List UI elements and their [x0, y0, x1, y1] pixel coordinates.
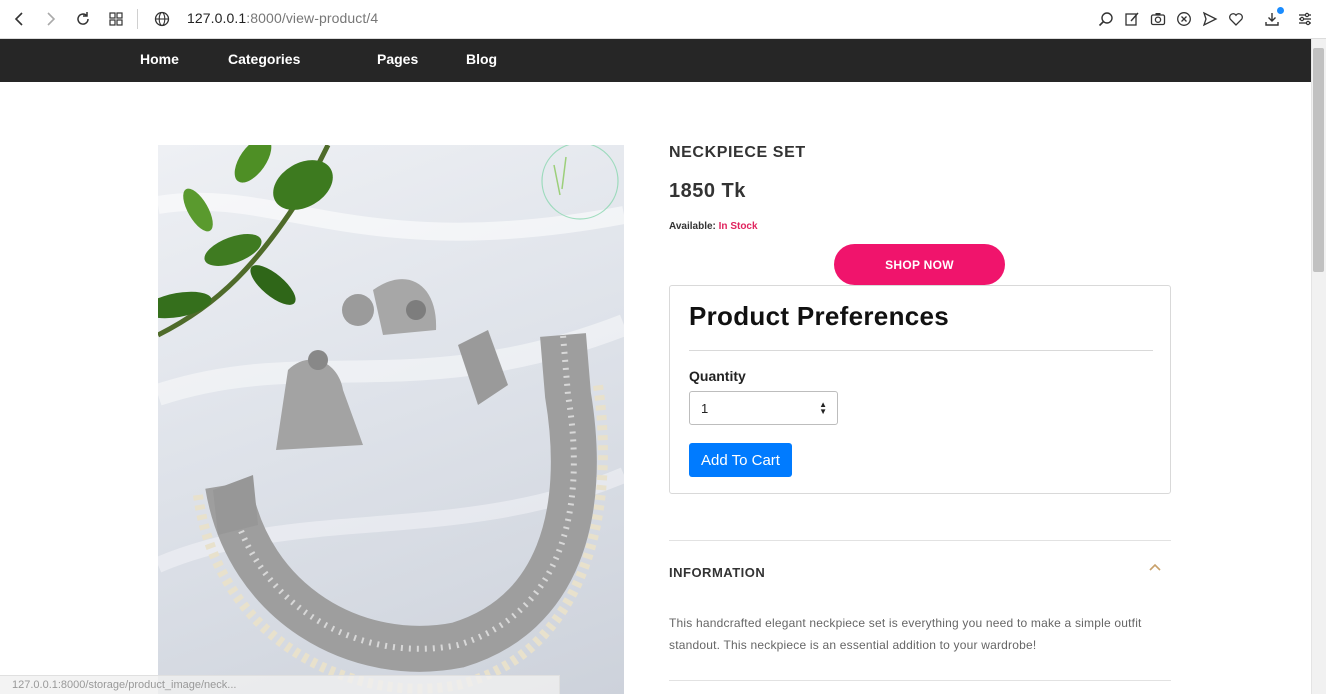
- product-title: NECKPIECE SET: [669, 144, 806, 161]
- back-icon[interactable]: [7, 7, 31, 31]
- browser-toolbar: 127.0.0.1:8000/view-product/4: [0, 0, 1326, 39]
- nav-categories[interactable]: Categories: [228, 51, 300, 67]
- nav-home[interactable]: Home: [140, 51, 179, 67]
- toolbar-divider: [137, 9, 138, 29]
- product-image: [158, 145, 624, 694]
- search-icon[interactable]: [1096, 8, 1116, 30]
- preferences-heading: Product Preferences: [689, 301, 950, 331]
- tabs-grid-icon[interactable]: [104, 7, 128, 31]
- information-heading[interactable]: INFORMATION: [669, 565, 765, 580]
- forward-icon[interactable]: [39, 7, 63, 31]
- reload-icon[interactable]: [71, 7, 95, 31]
- availability: Available: In Stock: [669, 221, 758, 232]
- shop-now-button[interactable]: SHOP NOW: [834, 244, 1005, 285]
- preferences-divider: [689, 350, 1153, 351]
- page-scrollbar-thumb[interactable]: [1313, 48, 1324, 272]
- information-divider-top: [669, 540, 1171, 541]
- select-arrows-icon: ▲ ▼: [819, 400, 827, 416]
- quantity-label: Quantity: [689, 368, 746, 384]
- url-host: 127.0.0.1: [187, 10, 247, 26]
- product-preferences-card: Product Preferences Quantity 1 ▲ ▼ Add To…: [669, 285, 1171, 494]
- nav-pages[interactable]: Pages: [377, 51, 418, 67]
- information-divider-bottom: [669, 680, 1171, 681]
- information-text: This handcrafted elegant neckpiece set i…: [669, 616, 1142, 652]
- product-price: 1850 Tk: [669, 180, 746, 202]
- quantity-select[interactable]: 1 ▲ ▼: [689, 391, 838, 425]
- quantity-value: 1: [701, 400, 709, 416]
- stock-status: In Stock: [718, 221, 758, 232]
- site-navbar: Home Categories Pages Blog: [0, 39, 1311, 82]
- status-bar-url: 127.0.0.1:8000/storage/product_image/nec…: [0, 675, 560, 694]
- camera-icon[interactable]: [1148, 8, 1168, 30]
- add-to-cart-button[interactable]: Add To Cart: [689, 443, 792, 477]
- address-bar[interactable]: 127.0.0.1:8000/view-product/4: [187, 10, 378, 26]
- heart-icon[interactable]: [1226, 8, 1246, 30]
- nav-blog[interactable]: Blog: [466, 51, 497, 67]
- download-badge: [1277, 7, 1284, 14]
- block-icon[interactable]: [1174, 8, 1194, 30]
- send-icon[interactable]: [1200, 8, 1220, 30]
- globe-icon[interactable]: [150, 7, 174, 31]
- url-path: :8000/view-product/4: [246, 10, 379, 26]
- edit-icon[interactable]: [1122, 8, 1142, 30]
- chevron-up-icon[interactable]: [1148, 561, 1162, 575]
- settings-sliders-icon[interactable]: [1295, 8, 1315, 30]
- availability-label: Available:: [669, 221, 716, 232]
